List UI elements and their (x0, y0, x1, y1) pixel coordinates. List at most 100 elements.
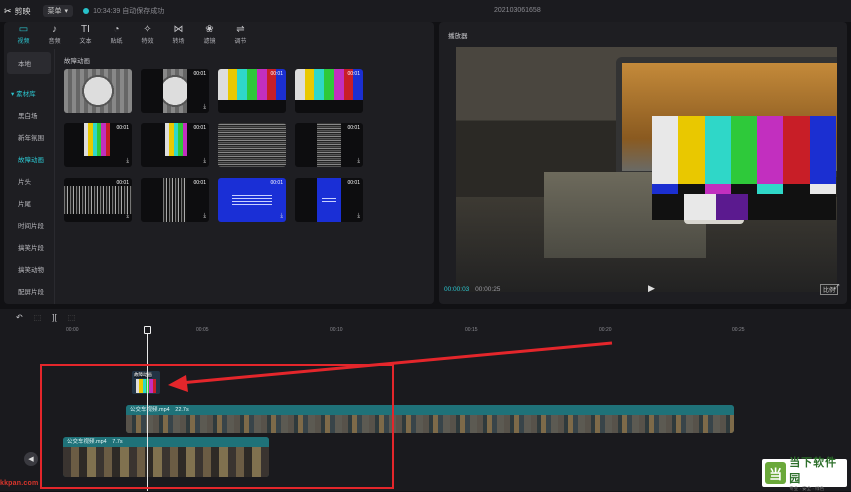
back-arrow-icon: ◀ (28, 456, 34, 463)
adjust-icon: ⇌ (236, 23, 245, 35)
site-slogan: 专业 · 安全 · 绿色 (789, 486, 825, 491)
colorbar (809, 116, 836, 184)
play-icon[interactable]: ▶ (648, 283, 655, 294)
fullscreen-icon[interactable]: ⤢ (834, 284, 840, 292)
media-thumb[interactable]: 00:01 ⤓ (141, 123, 209, 167)
glitch-colorbars[interactable] (652, 116, 836, 238)
sidebar-item-new-year[interactable]: 新年氛围 (7, 126, 51, 148)
media-thumb[interactable]: 00:01 ⤓ (218, 178, 286, 222)
colorbar (704, 116, 731, 184)
chevron-down-icon: ▾ (64, 8, 69, 15)
download-icon[interactable]: ⤓ (203, 158, 206, 165)
download-icon[interactable]: ⤓ (357, 213, 360, 220)
media-thumb[interactable]: 00:01 ⤓ (295, 178, 363, 222)
tab-transition[interactable]: ⋈ 转场 (163, 22, 194, 47)
media-thumb[interactable]: 00:01 ⤓ (141, 69, 209, 113)
ruler-tick: 00:10 (330, 327, 343, 333)
colorbar (783, 116, 810, 184)
transition-icon: ⋈ (173, 23, 184, 35)
library-sidebar: 本地 ▾ 素材库 黑白场 新年氛围 故障动画 片头 片尾 时间片段 搞笑片段 搞… (4, 49, 55, 304)
menu-button[interactable]: 菜单 ▾ (42, 5, 74, 17)
sidebar-item-funny-animals[interactable]: 搞笑动物 (7, 258, 51, 280)
sidebar-item-funny[interactable]: 搞笑片段 (7, 236, 51, 258)
tab-effects[interactable]: ✧ 特效 (132, 22, 163, 47)
media-thumb[interactable]: 00:01 (295, 69, 363, 113)
time-ruler[interactable]: 00:00 00:05 00:10 00:15 00:20 00:25 (62, 325, 851, 337)
playhead-handle[interactable] (144, 326, 151, 334)
sidebar-item-time[interactable]: 时间片段 (7, 214, 51, 236)
tab-sticker[interactable]: ◔ 贴纸 (101, 22, 132, 47)
app-logo: ✂ 剪映 (4, 6, 31, 17)
sidebar-item-outro[interactable]: 片尾 (7, 192, 51, 214)
colorbar (730, 116, 758, 184)
colorbar-mid (652, 184, 679, 194)
video-icon: ▭ (18, 23, 29, 35)
ruler-tick: 00:00 (66, 327, 79, 333)
site-name: 当下软件园 (789, 457, 838, 485)
media-thumb[interactable]: 00:01 ⤓ (141, 178, 209, 222)
media-toolbar: ▭ 视频 ♪ 音频 TI 文本 ◔ 贴纸 ✧ 特效 ⋈ 转场 ❀ 滤镜 ⇌ 调节 (4, 22, 434, 47)
colorbar-mid (730, 184, 758, 194)
media-thumb[interactable]: 00:01 ⤓ (64, 178, 132, 222)
media-thumb[interactable] (218, 123, 286, 167)
colorbar (678, 116, 705, 184)
save-status-icon (83, 8, 90, 14)
sidebar-item-glitch[interactable]: 故障动画 (7, 148, 51, 170)
download-icon[interactable]: ⤓ (203, 104, 206, 111)
download-icon[interactable]: ⤓ (357, 158, 360, 165)
delete-icon[interactable]: ⬚ (68, 313, 76, 322)
filter-icon: ❀ (205, 23, 214, 35)
video-preview[interactable] (456, 47, 837, 292)
effects-icon: ✧ (143, 23, 152, 35)
colorbar (757, 116, 784, 184)
text-icon: TI (81, 23, 90, 35)
split-icon[interactable]: ][ (52, 313, 56, 322)
media-thumb[interactable]: 00:01 (218, 69, 286, 113)
timeline-panel: ↶ ⬚ ][ ⬚ 00:00 00:05 00:10 00:15 00:20 0… (0, 309, 851, 491)
download-icon[interactable]: ⤓ (280, 213, 283, 220)
watermark-text: kkpan.com (0, 480, 39, 487)
timeline-toolbar: ↶ ⬚ ][ ⬚ (16, 313, 75, 322)
media-thumb[interactable] (64, 69, 132, 113)
title-bar: ✂ 剪映 菜单 ▾ 10:34:39 自动保存成功 202103061658 (0, 0, 851, 22)
audio-icon: ♪ (52, 23, 57, 35)
download-icon[interactable]: ⤓ (126, 158, 129, 165)
sidebar-item-intro[interactable]: 片头 (7, 170, 51, 192)
colorbar-mid (783, 184, 810, 194)
sidebar-group-library[interactable]: ▾ 素材库 (7, 82, 51, 104)
tab-text[interactable]: TI 文本 (70, 22, 101, 47)
site-watermark: 当 当下软件园 专业 · 安全 · 绿色 (762, 457, 847, 491)
download-icon[interactable]: ⤓ (203, 213, 206, 220)
colorbar-mid (704, 184, 731, 194)
undo-icon[interactable]: ↶ (16, 313, 23, 322)
app-name: 剪映 (14, 6, 31, 16)
ruler-tick: 00:25 (732, 327, 745, 333)
colorbar-mid (809, 184, 836, 194)
ruler-tick: 00:05 (196, 327, 209, 333)
capcut-logo-icon: ✂ (4, 5, 12, 16)
colorbar-mid (678, 184, 705, 194)
media-thumb[interactable]: 00:01 ⤓ (295, 123, 363, 167)
tab-filter[interactable]: ❀ 滤镜 (194, 22, 225, 47)
media-panel: ▭ 视频 ♪ 音频 TI 文本 ◔ 贴纸 ✧ 特效 ⋈ 转场 ❀ 滤镜 ⇌ 调节 本地 ▾ 素材… (4, 22, 434, 304)
section-title: 故障动画 (64, 58, 90, 65)
current-time: 00:00:03 (444, 286, 470, 293)
tab-adjust[interactable]: ⇌ 调节 (225, 22, 256, 47)
sidebar-item-black-white[interactable]: 黑白场 (7, 104, 51, 126)
track-toggle-button[interactable]: ◀ (24, 452, 38, 466)
redo-icon[interactable]: ⬚ (34, 313, 42, 322)
sticker-icon: ◔ (113, 23, 120, 35)
colorbar-mid (757, 184, 784, 194)
sidebar-item-split-screen[interactable]: 配屏片段 (7, 280, 51, 302)
player-panel: 播放器 00:00:03 00:00:25 ▶ 比例 ⤢ (439, 22, 847, 304)
site-logo-icon: 当 (765, 462, 787, 484)
download-icon[interactable]: ⤓ (126, 213, 129, 220)
tab-audio[interactable]: ♪ 音频 (39, 22, 70, 47)
total-time: 00:00:25 (475, 286, 501, 293)
project-name: 202103061658 (494, 7, 541, 14)
tab-video[interactable]: ▭ 视频 (8, 22, 39, 47)
annotation-highlight-box (40, 364, 394, 489)
media-thumb[interactable]: 00:01 ⤓ (64, 123, 132, 167)
sidebar-item-local[interactable]: 本地 (7, 52, 51, 74)
ruler-tick: 00:15 (465, 327, 478, 333)
